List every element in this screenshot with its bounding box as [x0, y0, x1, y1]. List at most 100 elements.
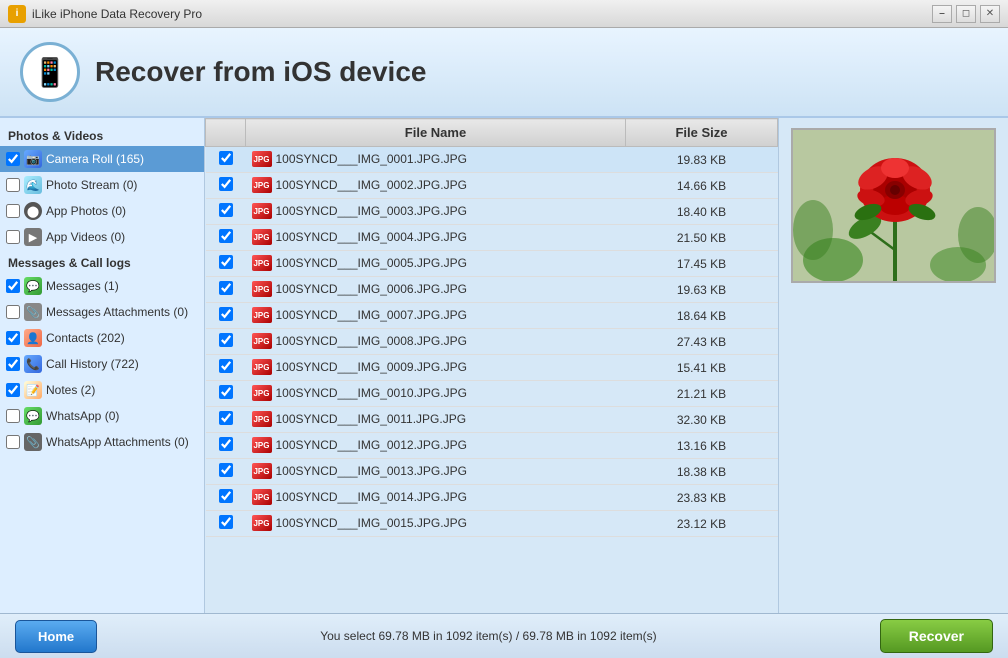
- row-checkbox[interactable]: [219, 515, 233, 529]
- msg-attach-icon: 📎: [24, 303, 42, 321]
- table-row[interactable]: JPG100SYNCD___IMG_0010.JPG.JPG21.21 KB: [206, 381, 778, 407]
- messages-checkbox[interactable]: [6, 279, 20, 293]
- file-icon: JPG: [252, 515, 272, 531]
- msg-attach-checkbox[interactable]: [6, 305, 20, 319]
- row-checkbox[interactable]: [219, 151, 233, 165]
- app-photos-label: App Photos (0): [46, 204, 126, 218]
- file-table: File Name File Size JPG100SYNCD___IMG_00…: [205, 118, 778, 537]
- minimize-button[interactable]: ⎯: [932, 5, 952, 23]
- file-icon: JPG: [252, 411, 272, 427]
- file-size: 32.30 KB: [626, 407, 778, 433]
- file-name: 100SYNCD___IMG_0011.JPG.JPG: [276, 412, 467, 426]
- notes-checkbox[interactable]: [6, 383, 20, 397]
- file-name: 100SYNCD___IMG_0003.JPG.JPG: [276, 204, 467, 218]
- table-row[interactable]: JPG 100SYNCD___IMG_0011.JPG.JPG 32.30 KB: [206, 407, 778, 433]
- table-row[interactable]: JPG100SYNCD___IMG_0005.JPG.JPG17.45 KB: [206, 251, 778, 277]
- row-checkbox[interactable]: [219, 229, 233, 243]
- row-checkbox[interactable]: [219, 463, 233, 477]
- app-videos-icon: ▶: [24, 228, 42, 246]
- table-row[interactable]: JPG100SYNCD___IMG_0009.JPG.JPG15.41 KB: [206, 355, 778, 381]
- row-checkbox[interactable]: [219, 437, 233, 451]
- table-row[interactable]: JPG100SYNCD___IMG_0015.JPG.JPG23.12 KB: [206, 511, 778, 537]
- col-filename[interactable]: File Name: [246, 119, 626, 147]
- call-history-label: Call History (722): [46, 357, 139, 371]
- page-title: Recover from iOS device: [95, 56, 426, 88]
- messages-label: Messages (1): [46, 279, 119, 293]
- statusbar: Home You select 69.78 MB in 1092 item(s)…: [0, 613, 1008, 658]
- sidebar-item-call-history[interactable]: 📞 Call History (722): [0, 351, 204, 377]
- file-icon: JPG: [252, 177, 272, 193]
- phone-icon: 📱: [33, 56, 68, 89]
- app-title: iLike iPhone Data Recovery Pro: [32, 7, 932, 21]
- table-row[interactable]: JPG100SYNCD___IMG_0007.JPG.JPG18.64 KB: [206, 303, 778, 329]
- row-checkbox[interactable]: [219, 333, 233, 347]
- recover-button[interactable]: Recover: [880, 619, 993, 653]
- file-icon: JPG: [252, 229, 272, 245]
- sidebar-item-camera-roll[interactable]: 📷 Camera Roll (165): [0, 146, 204, 172]
- sidebar: Photos & Videos 📷 Camera Roll (165) 🌊 Ph…: [0, 118, 205, 613]
- contacts-checkbox[interactable]: [6, 331, 20, 345]
- app-videos-label: App Videos (0): [46, 230, 125, 244]
- sidebar-item-photo-stream[interactable]: 🌊 Photo Stream (0): [0, 172, 204, 198]
- call-history-checkbox[interactable]: [6, 357, 20, 371]
- col-filesize[interactable]: File Size: [626, 119, 778, 147]
- file-icon: JPG: [252, 151, 272, 167]
- row-checkbox[interactable]: [219, 203, 233, 217]
- whatsapp-checkbox[interactable]: [6, 409, 20, 423]
- col-check: [206, 119, 246, 147]
- row-checkbox[interactable]: [219, 307, 233, 321]
- sidebar-item-contacts[interactable]: 👤 Contacts (202): [0, 325, 204, 351]
- whatsapp-attach-checkbox[interactable]: [6, 435, 20, 449]
- sidebar-item-app-videos[interactable]: ▶ App Videos (0): [0, 224, 204, 250]
- notes-icon: 📝: [24, 381, 42, 399]
- file-icon: JPG: [252, 385, 272, 401]
- home-button[interactable]: Home: [15, 620, 97, 653]
- file-area-wrapper: File Name File Size JPG100SYNCD___IMG_00…: [205, 118, 1008, 613]
- photo-stream-checkbox[interactable]: [6, 178, 20, 192]
- row-checkbox[interactable]: [219, 255, 233, 269]
- app-icon: i: [8, 5, 26, 23]
- row-checkbox[interactable]: [219, 411, 233, 425]
- app-videos-checkbox[interactable]: [6, 230, 20, 244]
- file-name: 100SYNCD___IMG_0001.JPG.JPG: [276, 152, 467, 166]
- contacts-icon: 👤: [24, 329, 42, 347]
- camera-roll-checkbox[interactable]: [6, 152, 20, 166]
- table-row[interactable]: JPG100SYNCD___IMG_0008.JPG.JPG27.43 KB: [206, 329, 778, 355]
- table-row[interactable]: JPG100SYNCD___IMG_0006.JPG.JPG19.63 KB: [206, 277, 778, 303]
- file-name: 100SYNCD___IMG_0006.JPG.JPG: [276, 282, 467, 296]
- table-row[interactable]: JPG100SYNCD___IMG_0013.JPG.JPG18.38 KB: [206, 459, 778, 485]
- file-name: 100SYNCD___IMG_0008.JPG.JPG: [276, 334, 467, 348]
- app-photos-icon: ⬤: [24, 202, 42, 220]
- file-icon: JPG: [252, 359, 272, 375]
- row-checkbox[interactable]: [219, 359, 233, 373]
- table-row[interactable]: JPG100SYNCD___IMG_0012.JPG.JPG13.16 KB: [206, 433, 778, 459]
- sidebar-item-notes[interactable]: 📝 Notes (2): [0, 377, 204, 403]
- sidebar-item-whatsapp-attachments[interactable]: 📎 WhatsApp Attachments (0): [0, 429, 204, 455]
- call-history-icon: 📞: [24, 355, 42, 373]
- file-size: 18.64 KB: [626, 303, 778, 329]
- table-row[interactable]: JPG100SYNCD___IMG_0002.JPG.JPG14.66 KB: [206, 173, 778, 199]
- file-size: 21.50 KB: [626, 225, 778, 251]
- sidebar-item-messages[interactable]: 💬 Messages (1): [0, 273, 204, 299]
- row-checkbox[interactable]: [219, 489, 233, 503]
- sidebar-item-messages-attachments[interactable]: 📎 Messages Attachments (0): [0, 299, 204, 325]
- sidebar-item-whatsapp[interactable]: 💬 WhatsApp (0): [0, 403, 204, 429]
- row-checkbox[interactable]: [219, 177, 233, 191]
- restore-button[interactable]: ◻: [956, 5, 976, 23]
- row-checkbox[interactable]: [219, 385, 233, 399]
- table-row[interactable]: JPG100SYNCD___IMG_0001.JPG.JPG19.83 KB: [206, 147, 778, 173]
- table-row[interactable]: JPG100SYNCD___IMG_0014.JPG.JPG23.83 KB: [206, 485, 778, 511]
- table-row[interactable]: JPG100SYNCD___IMG_0003.JPG.JPG18.40 KB: [206, 199, 778, 225]
- row-checkbox[interactable]: [219, 281, 233, 295]
- file-icon: JPG: [252, 255, 272, 271]
- table-row[interactable]: JPG100SYNCD___IMG_0004.JPG.JPG21.50 KB: [206, 225, 778, 251]
- titlebar: i iLike iPhone Data Recovery Pro ⎯ ◻ ✕: [0, 0, 1008, 28]
- file-table-container[interactable]: File Name File Size JPG100SYNCD___IMG_00…: [205, 118, 778, 613]
- close-button[interactable]: ✕: [980, 5, 1000, 23]
- file-area: File Name File Size JPG100SYNCD___IMG_00…: [205, 118, 778, 613]
- file-name: 100SYNCD___IMG_0010.JPG.JPG: [276, 386, 467, 400]
- whatsapp-attach-icon: 📎: [24, 433, 42, 451]
- sidebar-item-app-photos[interactable]: ⬤ App Photos (0): [0, 198, 204, 224]
- file-size: 23.83 KB: [626, 485, 778, 511]
- app-photos-checkbox[interactable]: [6, 204, 20, 218]
